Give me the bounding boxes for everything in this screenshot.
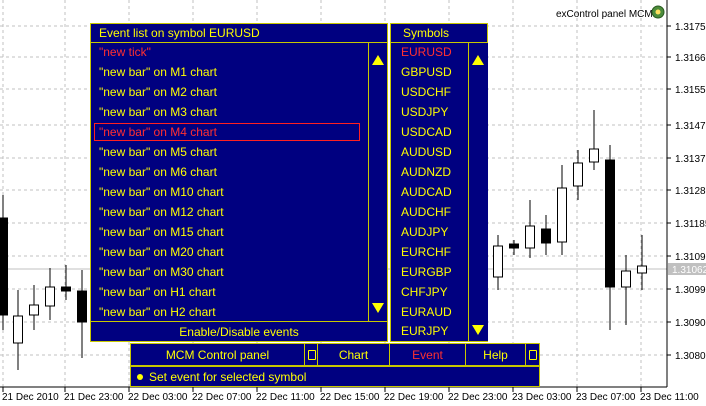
candle-bearish xyxy=(77,290,87,323)
time-axis-label: 22 Dec 23:00 xyxy=(448,392,508,403)
candle-bullish xyxy=(29,304,39,316)
event-item[interactable]: "new bar" on M20 chart xyxy=(99,243,224,261)
candle-bullish xyxy=(589,148,599,163)
current-price-label: 1.31062 xyxy=(672,265,706,276)
price-axis-label: 1.31470 xyxy=(675,121,706,132)
candle-bullish xyxy=(573,162,583,187)
price-axis-label: 1.31660 xyxy=(675,53,706,64)
scroll-up-icon[interactable] xyxy=(371,53,385,67)
price-axis-label: 1.31090 xyxy=(675,252,706,263)
symbol-item[interactable]: USDJPY xyxy=(401,103,448,121)
event-list-scrollbar[interactable] xyxy=(368,43,388,321)
candle-bullish xyxy=(621,270,631,288)
expert-icon[interactable] xyxy=(651,5,665,19)
symbol-item[interactable]: EURJPY xyxy=(401,322,448,340)
event-item[interactable]: "new bar" on H1 chart xyxy=(99,283,216,301)
candle-bullish xyxy=(525,225,535,249)
price-axis-label: 1.31555 xyxy=(675,85,706,96)
event-item[interactable]: "new bar" on M10 chart xyxy=(99,183,224,201)
price-axis-label: 1.31280 xyxy=(675,186,706,197)
scroll-up-icon[interactable] xyxy=(471,53,485,67)
event-item[interactable]: "new tick" xyxy=(99,43,151,61)
close-button[interactable] xyxy=(526,344,539,366)
mcm-control-panel-button[interactable]: MCM Control panel xyxy=(131,344,305,366)
symbol-item[interactable]: AUDCHF xyxy=(401,203,451,221)
symbol-item[interactable]: GBPUSD xyxy=(401,63,452,81)
time-axis-label: 22 Dec 03:00 xyxy=(128,392,188,403)
time-axis-label: 23 Dec 11:00 xyxy=(640,392,699,403)
event-item[interactable]: "new bar" on M5 chart xyxy=(99,143,217,161)
time-axis-label: 22 Dec 15:00 xyxy=(320,392,380,403)
event-item[interactable]: "new bar" on M12 chart xyxy=(99,203,224,221)
event-item[interactable]: "new bar" on M6 chart xyxy=(99,163,217,181)
status-bullet-icon xyxy=(137,374,143,380)
candle-bearish xyxy=(541,228,551,244)
candle-bullish xyxy=(13,315,23,344)
symbols-title: Symbols xyxy=(391,24,487,43)
symbol-item[interactable]: USDCHF xyxy=(401,83,451,101)
enable-disable-events-label: Enable/Disable events xyxy=(179,325,299,339)
time-axis-label: 21 Dec 23:00 xyxy=(64,392,124,403)
scroll-down-icon[interactable] xyxy=(371,301,385,315)
candle-bearish xyxy=(0,217,8,316)
candle-bullish xyxy=(45,286,55,307)
symbol-item[interactable]: AUDUSD xyxy=(401,143,452,161)
event-list-panel: Event list on symbol EURUSD "new tick" "… xyxy=(90,23,388,342)
candle-bullish xyxy=(493,245,503,278)
symbol-item[interactable]: AUDNZD xyxy=(401,163,451,181)
price-axis-labels: 1.31750 1.31660 1.31555 1.31470 1.31375 1.312… xyxy=(667,22,706,362)
event-item[interactable]: "new bar" on M30 chart xyxy=(99,263,224,281)
event-button[interactable]: Event xyxy=(390,344,466,366)
candle-bullish xyxy=(557,187,567,243)
event-list-title: Event list on symbol EURUSD xyxy=(91,24,387,43)
price-axis-label: 1.31375 xyxy=(675,154,706,165)
symbol-item[interactable]: EURAUD xyxy=(401,303,452,321)
time-axis-label: 23 Dec 03:00 xyxy=(512,392,572,403)
price-axis-label: 1.31185 xyxy=(675,219,706,230)
status-bar: Set event for selected symbol xyxy=(130,366,540,387)
symbol-item[interactable]: AUDJPY xyxy=(401,223,448,241)
event-item-selected[interactable]: "new bar" on M4 chart xyxy=(94,123,360,141)
chart-title: exControl panel MCM xyxy=(556,9,653,20)
enable-disable-events-button[interactable]: Enable/Disable events xyxy=(91,321,387,342)
symbol-item[interactable]: USDCAD xyxy=(401,123,452,141)
symbol-item[interactable]: CHFJPY xyxy=(401,283,448,301)
event-item[interactable]: "new bar" on M1 chart xyxy=(99,63,217,81)
time-axis-label: 23 Dec 07:00 xyxy=(576,392,636,403)
symbol-item[interactable]: AUDCAD xyxy=(401,183,452,201)
time-axis-label: 22 Dec 07:00 xyxy=(192,392,252,403)
event-item[interactable]: "new bar" on M3 chart xyxy=(99,103,217,121)
time-axis-labels: 21 Dec 2010 21 Dec 23:00 22 Dec 03:00 22 De… xyxy=(2,387,699,403)
symbol-item[interactable]: EURCHF xyxy=(401,243,451,261)
price-axis-label: 1.30900 xyxy=(675,318,706,329)
candle-bearish xyxy=(605,159,615,288)
candle-bearish xyxy=(509,243,519,249)
symbols-panel: Symbols EURUSD GBPUSD USDCHF USDJPY USDC… xyxy=(390,23,488,342)
window-icon xyxy=(308,350,316,360)
price-axis-label: 1.31750 xyxy=(675,22,706,33)
time-axis-label: 21 Dec 2010 xyxy=(2,392,59,403)
symbol-item[interactable]: EURUSD xyxy=(401,43,452,61)
minimize-button[interactable] xyxy=(305,344,318,366)
help-button[interactable]: Help xyxy=(466,344,526,366)
price-axis-label: 1.30995 xyxy=(675,285,706,296)
candle-bearish xyxy=(61,286,71,292)
window-icon xyxy=(529,350,537,360)
event-item[interactable]: "new bar" on M2 chart xyxy=(99,83,217,101)
symbols-scrollbar[interactable] xyxy=(468,43,488,341)
status-text: Set event for selected symbol xyxy=(149,370,307,384)
event-item[interactable]: "new bar" on H2 chart xyxy=(99,303,216,321)
scroll-down-icon[interactable] xyxy=(471,323,485,337)
chart-button[interactable]: Chart xyxy=(318,344,390,366)
symbol-item[interactable]: EURGBP xyxy=(401,263,452,281)
price-axis-label: 1.30805 xyxy=(675,351,706,362)
event-item[interactable]: "new bar" on M15 chart xyxy=(99,223,224,241)
time-axis-label: 22 Dec 19:00 xyxy=(384,392,444,403)
time-axis-label: 22 Dec 11:00 xyxy=(256,392,315,403)
candle-bullish xyxy=(637,265,647,274)
control-menu-bar: MCM Control panel Chart Event Help xyxy=(130,343,540,366)
